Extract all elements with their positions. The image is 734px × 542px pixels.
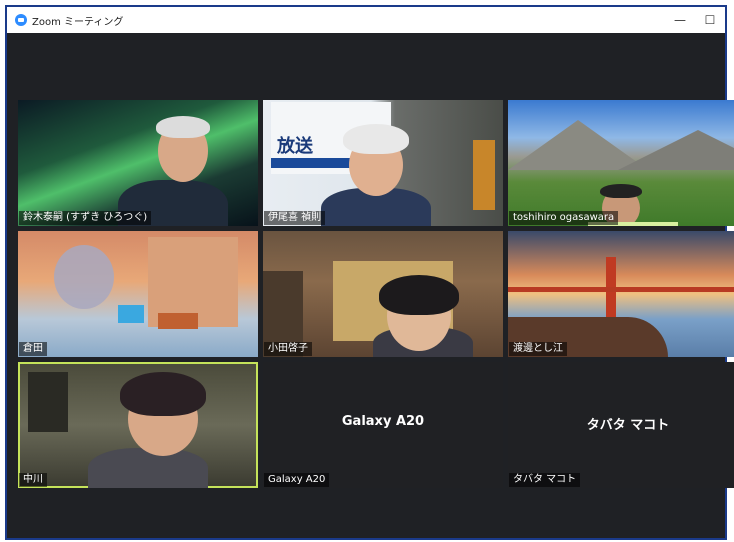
participant-display-name: Galaxy A20 (341, 414, 425, 429)
video-tile-kurata[interactable]: 倉田 (18, 231, 258, 357)
participant-name: 鈴木泰嗣 (すずき ひろつぐ) (19, 211, 152, 225)
video-tile-nakagawa[interactable]: 中川 (18, 362, 258, 488)
sign-text: 放送 (277, 136, 313, 157)
video-tile-watanabe[interactable]: 渡邊とし江 (508, 231, 734, 357)
participant-name: Galaxy A20 (264, 473, 330, 487)
participant-display-name: タバタ マコト (586, 418, 670, 433)
zoom-logo-icon (15, 14, 27, 26)
video-tile-tabata[interactable]: タバタ マコト タバタ マコト (508, 362, 734, 488)
window-title: Zoom ミーティング (32, 16, 124, 28)
participant-name: 伊尾喜 禎則 (264, 211, 326, 225)
minimize-button[interactable]: — (665, 13, 695, 27)
participant-name: 倉田 (19, 342, 47, 356)
participant-name: 中川 (19, 473, 47, 487)
video-tile-galaxy[interactable]: Galaxy A20 Galaxy A20 (263, 362, 503, 488)
participant-name: 小田啓子 (264, 342, 312, 356)
video-tile-ogasawara[interactable]: toshihiro ogasawara (508, 100, 734, 226)
participant-name: 渡邊とし江 (509, 342, 567, 356)
participant-name: タバタ マコト (509, 473, 581, 487)
video-tile-suzuki[interactable]: 鈴木泰嗣 (すずき ひろつぐ) (18, 100, 258, 226)
title-bar: Zoom ミーティング — ☐ (7, 7, 725, 33)
maximize-button[interactable]: ☐ (695, 13, 725, 27)
video-tile-oda[interactable]: 小田啓子 (263, 231, 503, 357)
gallery-grid: 鈴木泰嗣 (すずき ひろつぐ) 放送 伊尾喜 禎則 toshihiro ogas… (12, 100, 734, 493)
video-tile-ioki[interactable]: 放送 伊尾喜 禎則 (263, 100, 503, 226)
participant-name: toshihiro ogasawara (509, 211, 619, 225)
